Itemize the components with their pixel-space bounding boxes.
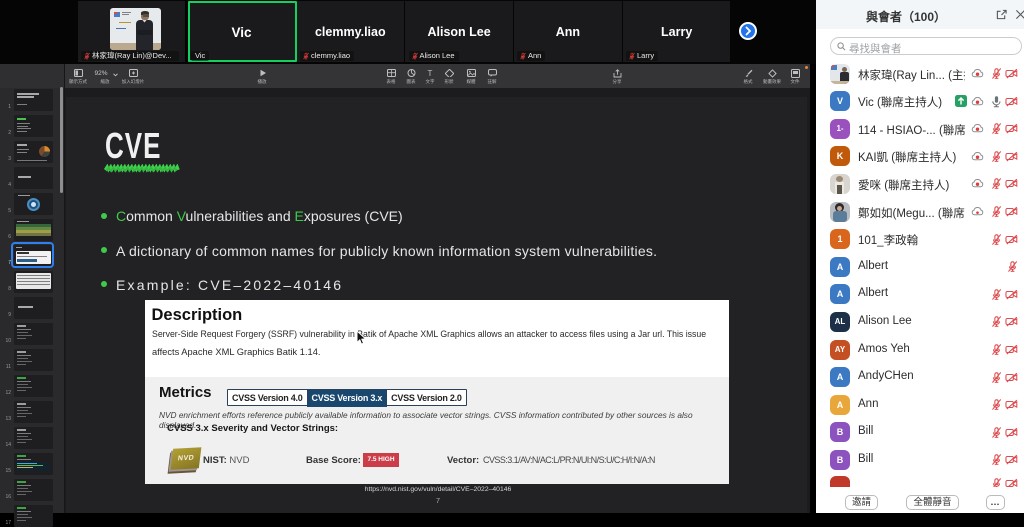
svg-text:T: T — [428, 69, 433, 77]
